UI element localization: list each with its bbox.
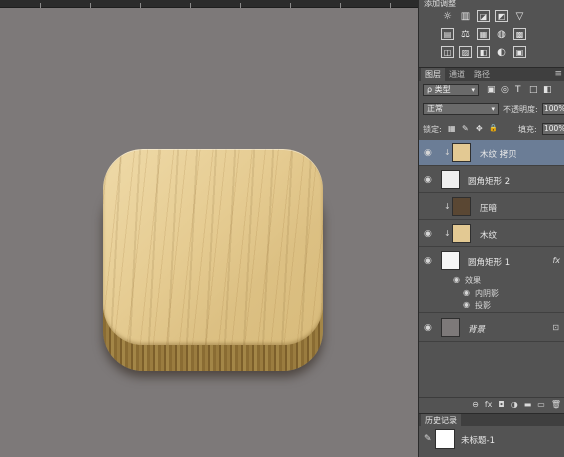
- new-group-icon[interactable]: ▬: [524, 400, 532, 409]
- levels-icon[interactable]: ▥: [459, 10, 472, 22]
- hue-saturation-icon[interactable]: ▤: [441, 28, 454, 40]
- effect-eye-icon[interactable]: ◉: [463, 288, 470, 297]
- layer-name: 背景: [468, 325, 486, 335]
- layer-row-rounded-rect-1[interactable]: ◉ 圆角矩形 1 fx ◉ 效果 ◉ 内阴影 ◉ 投影: [419, 247, 564, 313]
- new-adjustment-icon[interactable]: ◑: [511, 400, 518, 409]
- filter-type-icon[interactable]: T: [515, 85, 521, 95]
- filter-shape-icon[interactable]: □: [529, 85, 538, 95]
- brightness-icon[interactable]: ☼: [441, 10, 454, 22]
- visibility-eye-icon[interactable]: ◉: [424, 323, 432, 333]
- layer-name: 压暗: [480, 204, 498, 214]
- layer-name: 木纹 拷贝: [480, 150, 517, 160]
- add-mask-icon[interactable]: ◘: [498, 400, 504, 409]
- layer-thumbnail: [452, 197, 471, 216]
- channel-mixer-icon[interactable]: ▩: [513, 28, 526, 40]
- lock-icon: ⊡: [552, 323, 559, 332]
- history-brush-icon: ✎: [424, 434, 432, 444]
- layer-row-wood[interactable]: ◉ ↓ 木纹: [419, 220, 564, 247]
- adjustments-row-2: ▤ ⚖ ▦ ◍ ▩: [441, 28, 526, 40]
- layer-thumbnail: [452, 224, 471, 243]
- vibrance-icon[interactable]: ▽: [513, 10, 526, 22]
- selective-color-icon[interactable]: ◐: [495, 46, 508, 58]
- fill-input[interactable]: 100%: [542, 123, 564, 135]
- effect-drop-shadow[interactable]: 投影: [475, 300, 491, 311]
- layer-thumbnail: [452, 143, 471, 162]
- visibility-eye-icon[interactable]: ◉: [424, 229, 432, 239]
- clip-link-icon: ↓: [444, 229, 451, 238]
- right-panels: 添加调整 ☼ ▥ ◪ ◩ ▽ ▤ ⚖ ▦ ◍ ▩ ◫ ▨ ◧ ◐ ▣ 图层 通道…: [418, 0, 564, 457]
- photoshop-window: 添加调整 ☼ ▥ ◪ ◩ ▽ ▤ ⚖ ▦ ◍ ▩ ◫ ▨ ◧ ◐ ▣ 图层 通道…: [0, 0, 564, 457]
- blend-mode-value: 正常: [427, 104, 443, 113]
- exposure-icon[interactable]: ◩: [495, 10, 508, 22]
- document-canvas[interactable]: [0, 8, 418, 457]
- clip-link-icon: ↓: [444, 202, 451, 211]
- lock-transparency-icon[interactable]: ▦: [448, 124, 456, 133]
- panel-menu-icon[interactable]: ≡: [554, 69, 562, 79]
- add-style-icon[interactable]: fx: [485, 400, 493, 409]
- fx-icon[interactable]: fx: [552, 256, 560, 265]
- wood-icon-face: [103, 149, 323, 345]
- gradient-map-icon[interactable]: ▣: [513, 46, 526, 58]
- layer-row-darken[interactable]: ↓ 压暗: [419, 193, 564, 220]
- opacity-input[interactable]: 100%: [542, 103, 564, 115]
- chevron-down-icon: ▾: [471, 86, 475, 94]
- visibility-eye-icon[interactable]: ◉: [424, 175, 432, 185]
- invert-icon[interactable]: ◫: [441, 46, 454, 58]
- lock-position-icon[interactable]: ✥: [476, 124, 483, 133]
- tab-paths[interactable]: 路径: [470, 68, 494, 82]
- link-layers-icon[interactable]: ⊖: [472, 400, 479, 409]
- visibility-eye-icon[interactable]: ◉: [424, 256, 432, 266]
- tab-channels[interactable]: 通道: [445, 68, 469, 82]
- trash-icon[interactable]: 🗑: [551, 400, 561, 409]
- fill-label: 填充:: [518, 125, 537, 134]
- layer-row-background[interactable]: ◉ 背景 ⊡: [419, 313, 564, 342]
- layer-filter-select[interactable]: ρ 类型 ▾: [423, 84, 479, 96]
- lock-label: 锁定:: [423, 125, 442, 134]
- history-item-label: 未标题-1: [461, 436, 495, 446]
- layer-name: 圆角矩形 1: [468, 258, 511, 268]
- photo-filter-icon[interactable]: ◍: [495, 28, 508, 40]
- blend-mode-select[interactable]: 正常 ▾: [423, 103, 499, 115]
- effect-inner-shadow[interactable]: 内阴影: [475, 288, 499, 299]
- layer-row-wood-copy[interactable]: ◉ ↓ 木纹 拷贝: [419, 140, 564, 166]
- effect-eye-icon[interactable]: ◉: [463, 300, 470, 309]
- layer-name: 圆角矩形 2: [468, 177, 511, 187]
- filter-smart-object-icon[interactable]: ◧: [543, 85, 552, 95]
- lock-all-icon[interactable]: 🔒: [489, 124, 498, 132]
- new-layer-icon[interactable]: ▭: [537, 400, 545, 409]
- filter-label: ρ 类型: [427, 85, 451, 94]
- history-panel-tab-bar: 历史记录: [419, 413, 564, 428]
- layer-thumbnail: [441, 251, 460, 270]
- wood-app-icon-artwork: [103, 149, 323, 371]
- lock-image-icon[interactable]: ✎: [462, 124, 469, 133]
- effects-eye-icon[interactable]: ◉: [453, 275, 460, 284]
- layer-row-rounded-rect-2[interactable]: ◉ 圆角矩形 2: [419, 166, 564, 193]
- effects-label: 效果: [465, 276, 481, 285]
- black-white-icon[interactable]: ▦: [477, 28, 490, 40]
- history-item[interactable]: ✎ 未标题-1: [419, 426, 564, 452]
- curves-icon[interactable]: ◪: [477, 10, 490, 22]
- layer-thumbnail: [441, 318, 460, 337]
- layers-list: ◉ ↓ 木纹 拷贝 ◉ 圆角矩形 2 ↓ 压暗 ◉ ↓ 木纹 ◉ 圆角矩形 1 …: [419, 140, 564, 345]
- adjustments-row-3: ◫ ▨ ◧ ◐ ▣: [441, 46, 526, 58]
- history-snapshot-thumbnail: [435, 429, 455, 449]
- clip-link-icon: ↓: [444, 148, 451, 157]
- layers-panel-tabs: 图层 通道 路径 ≡: [419, 67, 564, 82]
- chevron-down-icon: ▾: [491, 105, 495, 113]
- adjustments-panel-title: 添加调整: [424, 0, 456, 8]
- layer-name: 木纹: [480, 231, 498, 241]
- visibility-eye-icon[interactable]: ◉: [424, 148, 432, 158]
- layer-thumbnail: [441, 170, 460, 189]
- posterize-icon[interactable]: ▨: [459, 46, 472, 58]
- top-ruler: [0, 0, 418, 8]
- layers-footer-toolbar: ⊖ fx ◘ ◑ ▬ ▭ 🗑: [419, 397, 564, 411]
- filter-adjustment-icon[interactable]: ◎: [501, 85, 509, 95]
- color-balance-icon[interactable]: ⚖: [459, 28, 472, 40]
- tab-layers[interactable]: 图层: [421, 68, 445, 82]
- filter-pixel-icon[interactable]: ▣: [487, 85, 496, 95]
- adjustments-row-1: ☼ ▥ ◪ ◩ ▽: [441, 10, 526, 22]
- opacity-label: 不透明度:: [503, 105, 538, 114]
- threshold-icon[interactable]: ◧: [477, 46, 490, 58]
